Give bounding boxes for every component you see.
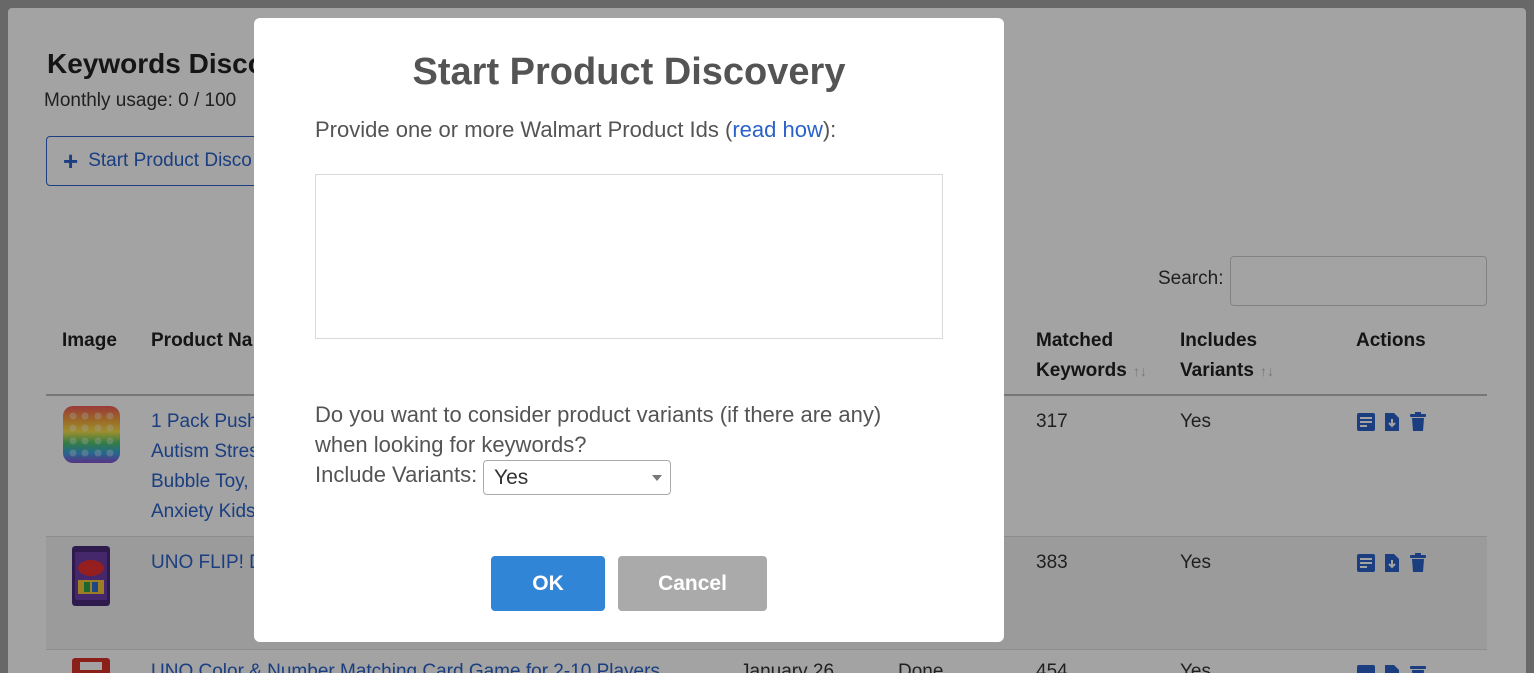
prompt-text: Provide one or more Walmart Product Ids …: [315, 117, 733, 142]
cancel-button[interactable]: Cancel: [618, 556, 767, 611]
ok-button[interactable]: OK: [491, 556, 605, 611]
product-ids-prompt: Provide one or more Walmart Product Ids …: [315, 117, 836, 143]
include-variants-selected: Yes: [494, 465, 529, 489]
dialog-title: Start Product Discovery: [412, 51, 846, 93]
start-product-discovery-dialog: Start Product Discovery Provide one or m…: [254, 18, 1004, 642]
variants-question-line1: Do you want to consider product variants…: [315, 402, 882, 427]
product-ids-textarea[interactable]: [315, 174, 943, 339]
prompt-text-end: ):: [822, 117, 837, 142]
chevron-down-icon: [652, 475, 662, 481]
read-how-link[interactable]: read how: [732, 117, 823, 142]
variants-question-line2: when looking for keywords?: [315, 432, 587, 457]
include-variants-select[interactable]: Yes: [483, 460, 671, 495]
include-variants-label: Include Variants:: [315, 462, 478, 487]
variants-question: Do you want to consider product variants…: [315, 400, 881, 460]
